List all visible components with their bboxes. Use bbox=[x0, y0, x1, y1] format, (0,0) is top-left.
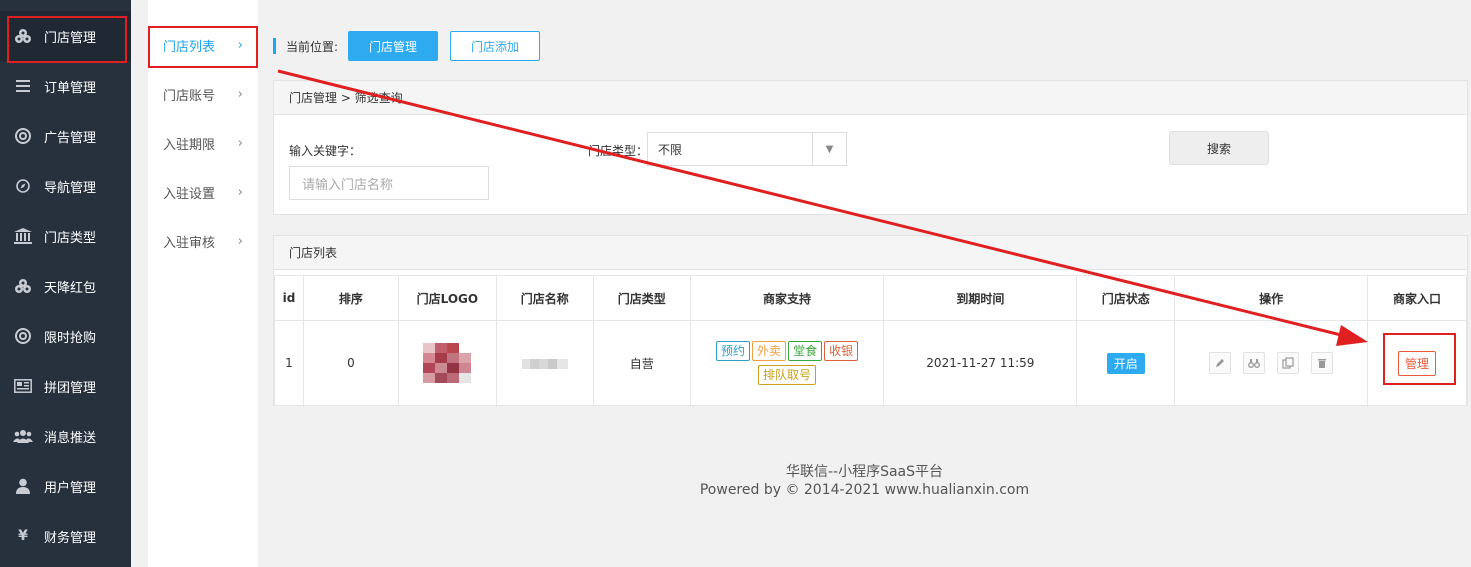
cell-store-type: 自营 bbox=[592, 320, 691, 406]
sidebar-item-user-management[interactable]: 用户管理 bbox=[0, 461, 131, 511]
sidebar-item-store-type[interactable]: 门店类型 bbox=[0, 211, 131, 261]
sidebar-item-label: 门店类型 bbox=[44, 230, 97, 246]
compass-icon bbox=[12, 179, 34, 193]
cubes-icon bbox=[12, 278, 34, 294]
store-type-value: 不限 bbox=[658, 142, 683, 157]
subnav-item-label: 门店账号 bbox=[163, 89, 216, 104]
store-logo-image bbox=[423, 343, 472, 383]
sidebar-item-label: 消息推送 bbox=[44, 430, 97, 446]
keyword-label: 输入关键字： bbox=[289, 144, 362, 158]
sidebar-item-label: 天降红包 bbox=[44, 280, 97, 296]
subnav-item-label: 入驻审核 bbox=[163, 236, 216, 251]
column-header: 门店状态 bbox=[1076, 275, 1176, 321]
sidebar-item-message-push[interactable]: 消息推送 bbox=[0, 411, 131, 461]
copy-icon[interactable] bbox=[1277, 352, 1300, 374]
sidebar-item-label: 订单管理 bbox=[44, 80, 97, 96]
filter-panel-header: 门店管理 > 筛选查询 bbox=[274, 81, 1467, 115]
subnav-item-settle-settings[interactable]: 入驻设置 › bbox=[148, 168, 258, 217]
breadcrumb-label: 当前位置: bbox=[286, 39, 339, 54]
newspaper-icon bbox=[12, 379, 34, 393]
keyword-input[interactable]: 请输入门店名称 bbox=[289, 166, 489, 200]
breadcrumb: 当前位置: 门店管理 门店添加 bbox=[273, 31, 541, 61]
tag-reservation: 预约 bbox=[716, 341, 751, 361]
cell-status: 开启 bbox=[1076, 320, 1176, 406]
column-header: 商家入口 bbox=[1367, 275, 1467, 321]
sidebar-item-group-buy[interactable]: 拼团管理 bbox=[0, 361, 131, 411]
sidebar-item-label: 财务管理 bbox=[44, 530, 97, 546]
column-header: 商家支持 bbox=[689, 275, 885, 321]
sidebar-item-nav-management[interactable]: 导航管理 bbox=[0, 161, 131, 211]
caret-down-icon: ▼ bbox=[812, 133, 846, 165]
store-management-button[interactable]: 门店管理 bbox=[348, 31, 439, 61]
subnav-item-label: 入驻设置 bbox=[163, 187, 216, 202]
sidebar-item-label: 限时抢购 bbox=[44, 330, 97, 346]
bank-icon bbox=[12, 228, 34, 244]
column-header: 门店名称 bbox=[495, 275, 594, 321]
users-icon bbox=[12, 429, 34, 443]
subnav-item-settle-period[interactable]: 入驻期限 › bbox=[148, 119, 258, 168]
column-header: id bbox=[274, 275, 304, 321]
sidebar-item-label: 广告管理 bbox=[44, 130, 97, 146]
cell-expire-time: 2021-11-27 11:59 bbox=[883, 320, 1078, 406]
sidebar-item-label: 导航管理 bbox=[44, 180, 97, 196]
trash-icon[interactable] bbox=[1311, 352, 1334, 374]
store-list-panel: 门店列表 id 排序 门店LOGO 门店名称 门店类型 商家支持 到期时间 门店… bbox=[273, 235, 1468, 406]
footer-line-1: 华联信--小程序SaaS平台 bbox=[785, 464, 944, 480]
yen-icon: ¥ bbox=[18, 528, 28, 544]
chevron-right-icon: › bbox=[237, 87, 243, 102]
filter-panel: 门店管理 > 筛选查询 输入关键字： 请输入门店名称 门店类型： 不限 ▼ 搜索 bbox=[273, 80, 1468, 215]
cell-support: 预约 外卖 堂食 收银 排队取号 bbox=[689, 320, 885, 406]
edit-icon[interactable] bbox=[1209, 352, 1232, 374]
column-header: 门店类型 bbox=[592, 275, 691, 321]
sidebar-item-ad-management[interactable]: 广告管理 bbox=[0, 111, 131, 161]
column-header: 到期时间 bbox=[883, 275, 1078, 321]
list-icon bbox=[12, 80, 34, 92]
store-type-label: 门店类型： bbox=[588, 144, 649, 158]
store-table: id 排序 门店LOGO 门店名称 门店类型 商家支持 到期时间 门店状态 操作… bbox=[274, 275, 1467, 406]
annotation-box-manage bbox=[1383, 333, 1456, 385]
sidebar: 门店管理 订单管理 广告管理 导航管理 门店类型 天降红包 限时抢购 拼团管理 … bbox=[0, 0, 131, 567]
store-name-blurred bbox=[521, 358, 568, 369]
sidebar-item-label: 拼团管理 bbox=[44, 380, 97, 396]
subnav-item-settle-review[interactable]: 入驻审核 › bbox=[148, 217, 258, 266]
store-add-button[interactable]: 门店添加 bbox=[450, 31, 541, 61]
store-list-header: 门店列表 bbox=[274, 236, 1467, 270]
binoculars-icon[interactable] bbox=[1243, 352, 1266, 374]
tag-cashier: 收银 bbox=[824, 341, 859, 361]
store-type-select[interactable]: 不限 ▼ bbox=[647, 132, 847, 166]
annotation-box-sidebar bbox=[7, 16, 127, 63]
user-icon bbox=[12, 478, 34, 494]
chevron-right-icon: › bbox=[237, 136, 243, 151]
cell-logo bbox=[397, 320, 497, 406]
footer-line-2: Powered by © 2014-2021 www.hualianxin.co… bbox=[699, 482, 1030, 498]
subnav-item-store-account[interactable]: 门店账号 › bbox=[148, 70, 258, 119]
annotation-box-subnav bbox=[148, 26, 258, 68]
search-button[interactable]: 搜索 bbox=[1169, 131, 1269, 165]
column-header: 排序 bbox=[302, 275, 399, 321]
chevron-right-icon: › bbox=[237, 234, 243, 249]
sidebar-item-finance-management[interactable]: ¥ 财务管理 bbox=[0, 511, 131, 561]
chevron-right-icon: › bbox=[237, 185, 243, 200]
table-row: 1 0 自营 预约 外卖 堂食 收银 排队取号 2021-11-27 11:59… bbox=[274, 320, 1467, 406]
cell-id: 1 bbox=[274, 320, 304, 406]
lifebuoy-icon bbox=[12, 128, 34, 144]
column-header: 门店LOGO bbox=[397, 275, 497, 321]
status-badge: 开启 bbox=[1106, 352, 1145, 374]
table-header-row: id 排序 门店LOGO 门店名称 门店类型 商家支持 到期时间 门店状态 操作… bbox=[274, 275, 1467, 321]
cell-store-name bbox=[495, 320, 594, 406]
tag-takeaway: 外卖 bbox=[752, 341, 787, 361]
sub-navigation: 门店列表 › 门店账号 › 入驻期限 › 入驻设置 › 入驻审核 › bbox=[148, 0, 258, 567]
cell-sort: 0 bbox=[302, 320, 399, 406]
sidebar-item-order-management[interactable]: 订单管理 bbox=[0, 61, 131, 111]
tag-queue: 排队取号 bbox=[758, 365, 817, 385]
subnav-item-label: 入驻期限 bbox=[163, 138, 216, 153]
breadcrumb-accent bbox=[273, 38, 276, 54]
sidebar-item-label: 用户管理 bbox=[44, 480, 97, 496]
column-header: 操作 bbox=[1174, 275, 1368, 321]
sidebar-item-flash-sale[interactable]: 限时抢购 bbox=[0, 311, 131, 361]
tag-dine-in: 堂食 bbox=[788, 341, 823, 361]
sidebar-item-red-packet[interactable]: 天降红包 bbox=[0, 261, 131, 311]
cell-operations bbox=[1174, 320, 1368, 406]
lifebuoy-icon bbox=[12, 328, 34, 344]
